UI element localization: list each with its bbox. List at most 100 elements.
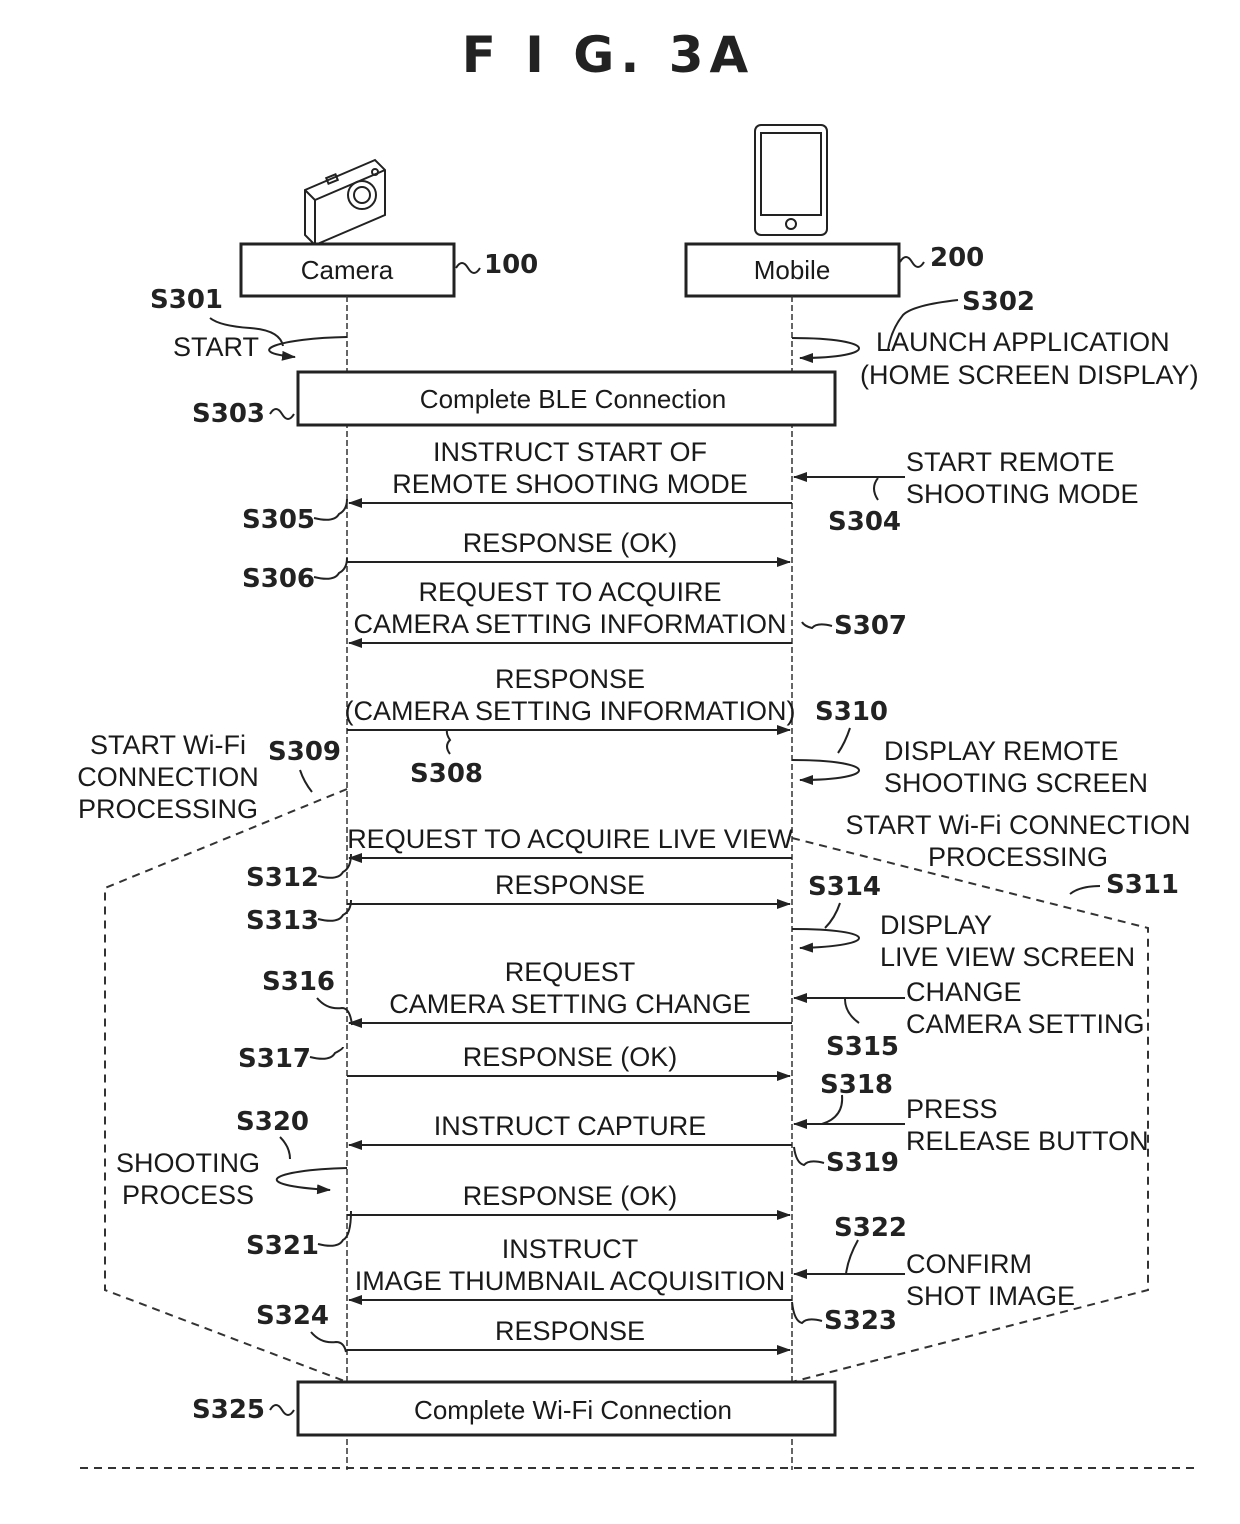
step-label: S321: [246, 1231, 319, 1261]
svg-text:S310: S310: [815, 697, 888, 727]
step-label: S323: [824, 1306, 897, 1336]
svg-text:Complete Wi-Fi Connection: Complete Wi-Fi Connection: [414, 1395, 732, 1425]
self-note-s320: S320 SHOOTING PROCESS: [116, 1107, 348, 1210]
step-label: S307: [834, 611, 907, 641]
camera-icon: [304, 158, 386, 247]
svg-text:S315: S315: [826, 1032, 899, 1062]
message-s319: INSTRUCT CAPTURE S319: [348, 1111, 899, 1178]
message-label: REQUEST TO ACQUIRE LIVE VIEW: [347, 824, 793, 854]
svg-text:PRESS: PRESS: [906, 1094, 998, 1124]
self-note-s302: S302 LAUNCH APPLICATION (HOME SCREEN DIS…: [791, 287, 1199, 390]
leader-line: [310, 1331, 347, 1353]
wifi-right-line2: PROCESSING: [928, 842, 1108, 872]
svg-text:DISPLAY: DISPLAY: [880, 910, 992, 940]
wifi-left-line2: CONNECTION: [77, 762, 259, 792]
side-note-s318: S318 PRESS RELEASE BUTTON: [793, 1070, 1149, 1156]
svg-text:S322: S322: [834, 1213, 907, 1243]
leader-line: [317, 899, 352, 922]
svg-text:S303: S303: [192, 399, 265, 429]
message-s313: RESPONSE S313: [246, 870, 791, 936]
svg-text:S320: S320: [236, 1107, 309, 1137]
svg-text:(HOME SCREEN DISPLAY): (HOME SCREEN DISPLAY): [860, 360, 1199, 390]
message-s305: INSTRUCT START OFREMOTE SHOOTING MODE S30…: [242, 437, 792, 535]
wifi-left-line1: START Wi-Fi: [90, 730, 246, 760]
leader-line: [793, 1146, 825, 1167]
svg-text:LAUNCH APPLICATION: LAUNCH APPLICATION: [876, 327, 1170, 357]
wifi-left-line3: PROCESSING: [78, 794, 258, 824]
leader-line: [445, 729, 452, 755]
svg-text:SHOT IMAGE: SHOT IMAGE: [906, 1281, 1075, 1311]
svg-text:CONFIRM: CONFIRM: [906, 1249, 1032, 1279]
camera-ref: 100: [484, 250, 538, 280]
leader-line: [309, 1046, 344, 1060]
step-label: S306: [242, 564, 315, 594]
message-label: RESPONSE: [495, 1316, 645, 1346]
leader-line: [317, 853, 352, 879]
message-label: REMOTE SHOOTING MODE: [392, 469, 748, 499]
leader-line: [791, 1301, 823, 1325]
step-label: S305: [242, 505, 315, 535]
wifi-left-step: S309: [268, 737, 341, 767]
leader-line: [313, 557, 348, 580]
step-label: S319: [826, 1148, 899, 1178]
message-label: INSTRUCT CAPTURE: [434, 1111, 707, 1141]
svg-text:CHANGE: CHANGE: [906, 977, 1022, 1007]
mobile-ref: 200: [930, 243, 984, 273]
svg-text:RELEASE BUTTON: RELEASE BUTTON: [906, 1126, 1149, 1156]
svg-text:SHOOTING SCREEN: SHOOTING SCREEN: [884, 768, 1148, 798]
svg-text:S318: S318: [820, 1070, 893, 1100]
figure-title: F I G. 3A: [462, 26, 755, 84]
message-s308: RESPONSE(CAMERA SETTING INFORMATION) S308: [345, 664, 796, 789]
step-label: S312: [246, 863, 319, 893]
message-label: RESPONSE: [495, 664, 645, 694]
wifi-connection-bar: Complete Wi-Fi Connection S325: [192, 1380, 837, 1437]
message-label: RESPONSE (OK): [463, 528, 678, 558]
message-label: RESPONSE (OK): [463, 1181, 678, 1211]
svg-text:PROCESS: PROCESS: [122, 1180, 254, 1210]
side-note-s322: S322 CONFIRM SHOT IMAGE: [793, 1213, 1075, 1311]
message-label: RESPONSE: [495, 870, 645, 900]
svg-text:LIVE VIEW SCREEN: LIVE VIEW SCREEN: [880, 942, 1135, 972]
svg-text:START REMOTE: START REMOTE: [906, 447, 1115, 477]
message-label: INSTRUCT: [502, 1234, 639, 1264]
svg-text:S314: S314: [808, 872, 881, 902]
svg-text:SHOOTING: SHOOTING: [116, 1148, 260, 1178]
message-label: REQUEST TO ACQUIRE: [418, 577, 721, 607]
wifi-right-line1: START Wi-Fi CONNECTION: [846, 810, 1191, 840]
message-s317: RESPONSE (OK) S317: [238, 1042, 791, 1081]
leader-line: [313, 498, 348, 521]
message-label: INSTRUCT START OF: [433, 437, 707, 467]
side-note-s315: S315 CHANGE CAMERA SETTING: [793, 977, 1145, 1062]
camera-label: Camera: [301, 255, 394, 285]
svg-text:S325: S325: [192, 1395, 265, 1425]
svg-text:DISPLAY REMOTE: DISPLAY REMOTE: [884, 736, 1119, 766]
message-label: IMAGE THUMBNAIL ACQUISITION: [355, 1266, 786, 1296]
sequence-diagram: F I G. 3A Camera 100 Mobile 200 S301 STA…: [77, 26, 1200, 1470]
message-s307: REQUEST TO ACQUIRECAMERA SETTING INFORMA…: [348, 577, 907, 648]
message-s316: REQUESTCAMERA SETTING CHANGE S316: [262, 957, 792, 1028]
step-label: S324: [256, 1301, 329, 1331]
step-label: S317: [238, 1044, 311, 1074]
mobile-actor: Mobile 200: [684, 242, 984, 298]
self-note-s310: S310 DISPLAY REMOTE SHOOTING SCREEN: [791, 697, 1148, 798]
svg-text:S301: S301: [150, 285, 223, 315]
wifi-right-step: S311: [1106, 870, 1179, 900]
camera-actor: Camera 100: [239, 242, 538, 298]
svg-text:CAMERA SETTING: CAMERA SETTING: [906, 1009, 1145, 1039]
svg-text:START: START: [173, 332, 259, 362]
leader-line: [801, 621, 833, 630]
message-label: (CAMERA SETTING INFORMATION): [345, 696, 796, 726]
step-label: S316: [262, 967, 335, 997]
message-s324: RESPONSE S324: [256, 1301, 791, 1355]
messages: INSTRUCT START OFREMOTE SHOOTING MODE S30…: [238, 437, 907, 1355]
message-label: REQUEST: [505, 957, 636, 987]
leader-line: [317, 1210, 352, 1247]
smartphone-icon: [754, 124, 828, 236]
ble-connection-bar: Complete BLE Connection S303: [192, 370, 837, 429]
step-label: S308: [410, 759, 483, 789]
mobile-label: Mobile: [754, 255, 831, 285]
svg-text:S302: S302: [962, 287, 1035, 317]
svg-text:Complete BLE Connection: Complete BLE Connection: [420, 384, 726, 414]
message-label: RESPONSE (OK): [463, 1042, 678, 1072]
svg-text:SHOOTING MODE: SHOOTING MODE: [906, 479, 1139, 509]
